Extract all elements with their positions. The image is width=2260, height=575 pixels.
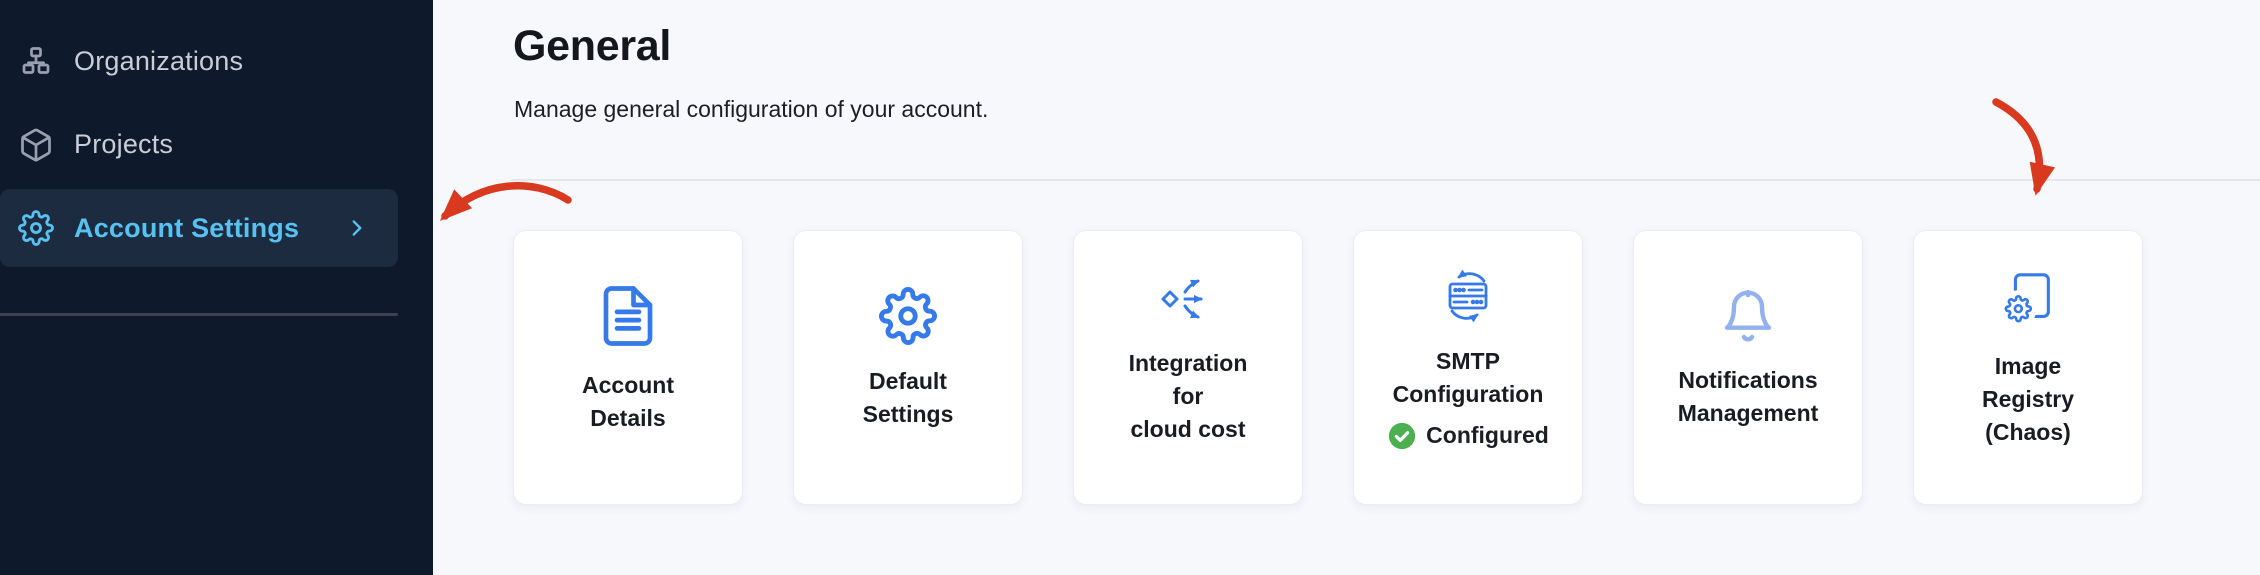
card-label: Default Settings <box>863 365 954 431</box>
file-text-icon <box>595 283 661 349</box>
sidebar-nav: Organizations Projects <box>0 20 433 267</box>
gear-icon <box>879 287 937 345</box>
content-divider <box>511 179 2260 181</box>
sidebar-divider <box>0 313 398 316</box>
doc-gear-icon <box>1997 268 2059 330</box>
card-label: Image Registry (Chaos) <box>1982 350 2074 449</box>
card-label: Account Details <box>582 369 674 435</box>
card-account-details[interactable]: Account Details <box>513 230 743 505</box>
card-notifications-management[interactable]: Notifications Management <box>1633 230 1863 505</box>
settings-cards: Account Details Default Settings <box>513 230 2143 505</box>
status-badge-text: Configured <box>1426 422 1549 449</box>
card-label: Notifications Management <box>1678 364 1819 430</box>
card-label: SMTP Configuration <box>1393 345 1544 411</box>
card-image-registry-chaos[interactable]: Image Registry (Chaos) <box>1913 230 2143 505</box>
page-subtitle: Manage general configuration of your acc… <box>514 94 988 124</box>
check-circle-icon <box>1387 421 1417 451</box>
red-arrow-to-image-registry <box>1978 96 2073 218</box>
sidebar-item-projects[interactable]: Projects <box>0 103 433 186</box>
sidebar-item-label: Account Settings <box>74 213 299 244</box>
sidebar-item-account-settings[interactable]: Account Settings <box>0 189 398 267</box>
sidebar: Organizations Projects <box>0 0 433 575</box>
org-chart-icon <box>18 44 54 80</box>
page-title: General <box>513 22 671 70</box>
card-default-settings[interactable]: Default Settings <box>793 230 1023 505</box>
gear-icon <box>18 210 54 246</box>
cube-icon <box>18 127 54 163</box>
chevron-right-icon <box>344 215 370 241</box>
sidebar-item-organizations[interactable]: Organizations <box>0 20 433 103</box>
branch-arrows-icon <box>1158 271 1218 327</box>
sidebar-item-label: Projects <box>74 129 173 160</box>
server-sync-icon <box>1436 267 1500 325</box>
status-badge: Configured <box>1387 421 1549 451</box>
card-integration-cloud-cost[interactable]: Integration for cloud cost <box>1073 230 1303 505</box>
sidebar-item-label: Organizations <box>74 46 243 77</box>
app-window: Organizations Projects <box>0 0 2260 575</box>
card-smtp-configuration[interactable]: SMTP Configuration Configured <box>1353 230 1583 505</box>
card-label: Integration for cloud cost <box>1129 347 1248 446</box>
bell-icon <box>1720 288 1776 344</box>
